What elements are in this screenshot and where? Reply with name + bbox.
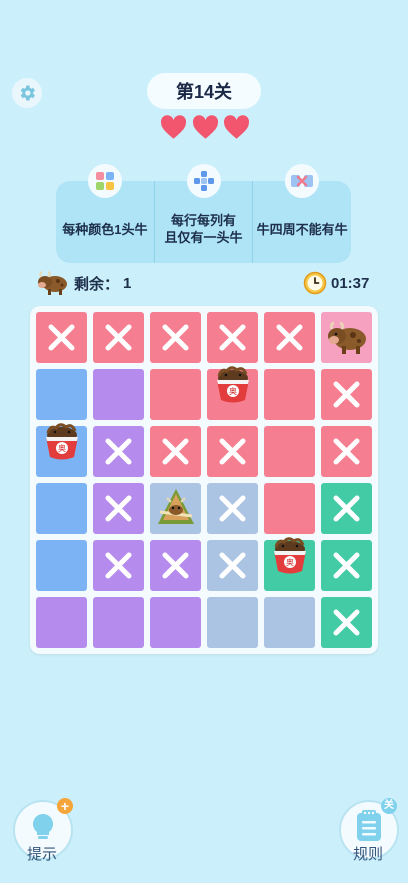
board-cell[interactable] <box>264 369 315 420</box>
x-mark-icon <box>333 381 360 408</box>
rule-text: 每种颜色1头牛 <box>62 221 148 237</box>
x-mark-icon <box>333 609 360 636</box>
rule-text: 每行每列有 且仅有一头牛 <box>164 213 243 245</box>
svg-text:奥: 奥 <box>58 443 66 453</box>
board-cell[interactable] <box>93 426 144 477</box>
rule-no-adjacent: 牛四周不能有牛 <box>252 164 351 263</box>
svg-text:奥: 奥 <box>286 557 294 567</box>
hint-label: 提示 <box>27 846 58 863</box>
heart-icon <box>192 115 218 139</box>
board-cell[interactable] <box>207 483 258 534</box>
board-cell[interactable] <box>93 483 144 534</box>
remaining-label: 剩余： <box>74 275 120 293</box>
heart-icon <box>223 115 250 139</box>
board-cell[interactable] <box>36 597 87 648</box>
rules-badge: 关 <box>381 798 397 814</box>
board-cell[interactable] <box>36 483 87 534</box>
gear-icon <box>20 85 35 101</box>
heart-icon <box>160 115 187 139</box>
board-cell[interactable] <box>264 483 315 534</box>
timer: 01:37 <box>303 269 369 297</box>
x-mark-icon <box>333 438 360 465</box>
level-title: 第14关 <box>147 73 261 109</box>
board-cell[interactable] <box>207 312 258 363</box>
x-mark-icon <box>219 438 246 465</box>
board-cell[interactable] <box>150 540 201 591</box>
board-cell[interactable] <box>264 597 315 648</box>
noodle-cow-piece[interactable]: 奥 <box>211 364 255 408</box>
x-mark-icon <box>333 552 360 579</box>
rule-text: 牛四周不能有牛 <box>256 221 348 237</box>
board-cell[interactable] <box>207 597 258 648</box>
rule-one-per-color: 每种颜色1头牛 <box>56 164 154 263</box>
color-grid-icon <box>87 164 122 198</box>
x-mark-icon <box>162 324 189 351</box>
x-mark-icon <box>333 495 360 522</box>
rules-card: 每种颜色1头牛 每行每列有 且仅有一头牛 牛四周不能有牛 <box>56 164 351 263</box>
timer-value: 01:37 <box>331 274 370 292</box>
x-mark-icon <box>219 495 246 522</box>
x-mark-icon <box>48 324 75 351</box>
rule-one-per-row-col: 每行每列有 且仅有一头牛 <box>153 164 253 263</box>
board-cell[interactable] <box>36 540 87 591</box>
noodle-cow-piece[interactable]: 奥 <box>40 421 84 465</box>
document-icon <box>357 810 381 841</box>
board-cell[interactable] <box>150 426 201 477</box>
board-cell[interactable] <box>321 540 372 591</box>
cow-piece[interactable] <box>325 315 369 359</box>
board-cell[interactable] <box>321 483 372 534</box>
board-cell[interactable] <box>93 540 144 591</box>
x-mark-icon <box>162 438 189 465</box>
x-mark-icon <box>105 552 132 579</box>
lightbulb-icon <box>33 814 53 839</box>
board-cell[interactable] <box>93 369 144 420</box>
rules-label: 规则 <box>353 846 384 863</box>
rules-button[interactable]: 关 规则 <box>339 798 399 863</box>
board-cell[interactable] <box>321 369 372 420</box>
x-mark-icon <box>219 552 246 579</box>
board-cell[interactable] <box>93 312 144 363</box>
noodle-cow-piece[interactable]: 奥 <box>268 535 312 579</box>
no-adjacent-icon <box>285 164 320 198</box>
clock-icon <box>303 271 327 295</box>
cross-grid-icon <box>186 164 221 198</box>
lives-hearts <box>160 115 250 145</box>
x-mark-icon <box>105 438 132 465</box>
x-mark-icon <box>162 552 189 579</box>
svg-text:奥: 奥 <box>229 386 237 396</box>
board-cell[interactable] <box>321 426 372 477</box>
board-cell[interactable] <box>207 426 258 477</box>
board-cell[interactable] <box>264 426 315 477</box>
puzzle-board: 奥奥奥 <box>30 306 378 654</box>
board-cell[interactable] <box>36 312 87 363</box>
board-cell[interactable] <box>150 597 201 648</box>
board-cell[interactable] <box>150 312 201 363</box>
board-cell[interactable] <box>93 597 144 648</box>
board-cell[interactable] <box>36 369 87 420</box>
cow-icon <box>38 271 67 295</box>
x-mark-icon <box>105 324 132 351</box>
board-cell[interactable] <box>321 597 372 648</box>
x-mark-icon <box>276 324 303 351</box>
zongzi-cow-piece[interactable] <box>154 486 198 530</box>
board-cell[interactable] <box>207 540 258 591</box>
hint-plus-badge: + <box>57 798 73 814</box>
remaining-count: 1 <box>123 274 132 292</box>
board-cell[interactable] <box>264 312 315 363</box>
board-cell[interactable] <box>150 369 201 420</box>
remaining-counter: 剩余： 1 <box>36 269 131 297</box>
x-mark-icon <box>105 495 132 522</box>
hint-button[interactable]: + 提示 <box>13 798 73 863</box>
x-mark-icon <box>219 324 246 351</box>
settings-button[interactable] <box>12 78 42 108</box>
